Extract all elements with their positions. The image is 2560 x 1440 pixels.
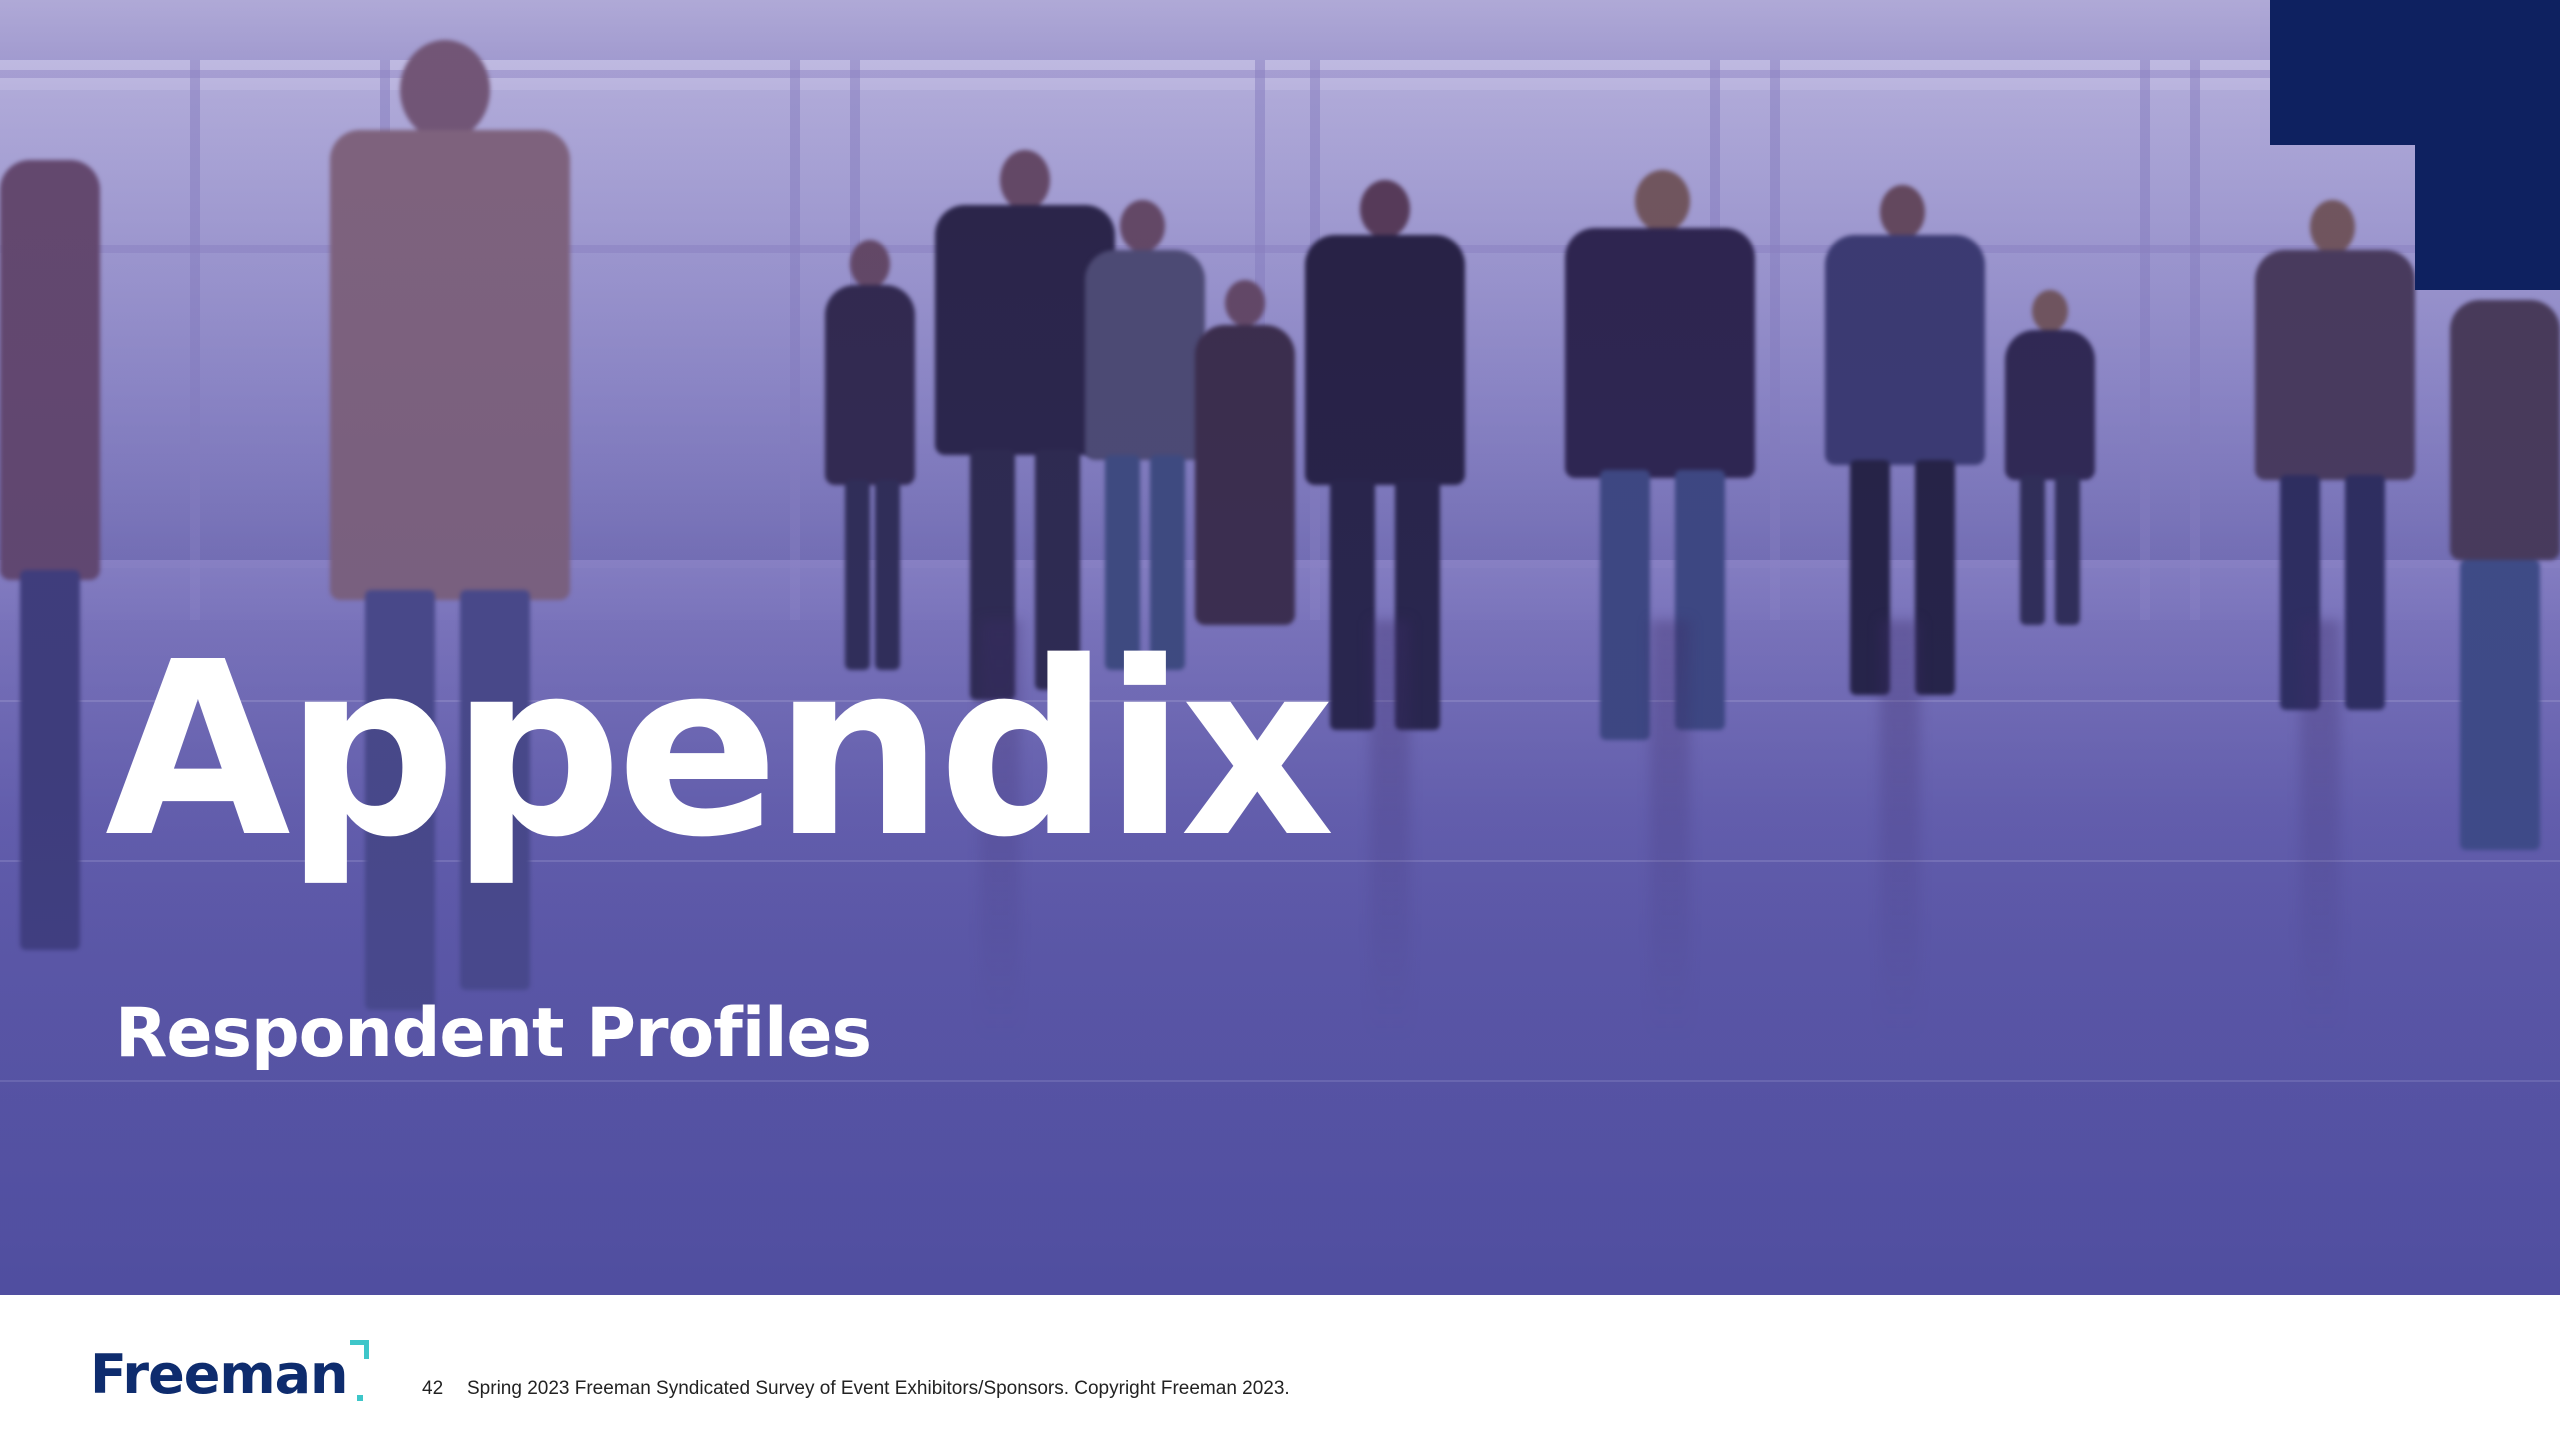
navy-corner-block [2415,145,2560,290]
slide-title: Appendix [105,610,1335,890]
footer [0,1295,2560,1440]
logo-corner-mark-icon [350,1340,370,1359]
slide-subtitle: Respondent Profiles [115,994,872,1073]
freeman-logo: Freeman [90,1340,370,1406]
navy-corner-block [2270,0,2560,145]
slide: Appendix Respondent Profiles Freeman 42 … [0,0,2560,1440]
logo-text: Freeman [90,1343,348,1406]
logo-dot-icon [357,1395,364,1401]
footer-caption: Spring 2023 Freeman Syndicated Survey of… [467,1378,1290,1399]
page-number: 42 [422,1378,444,1399]
